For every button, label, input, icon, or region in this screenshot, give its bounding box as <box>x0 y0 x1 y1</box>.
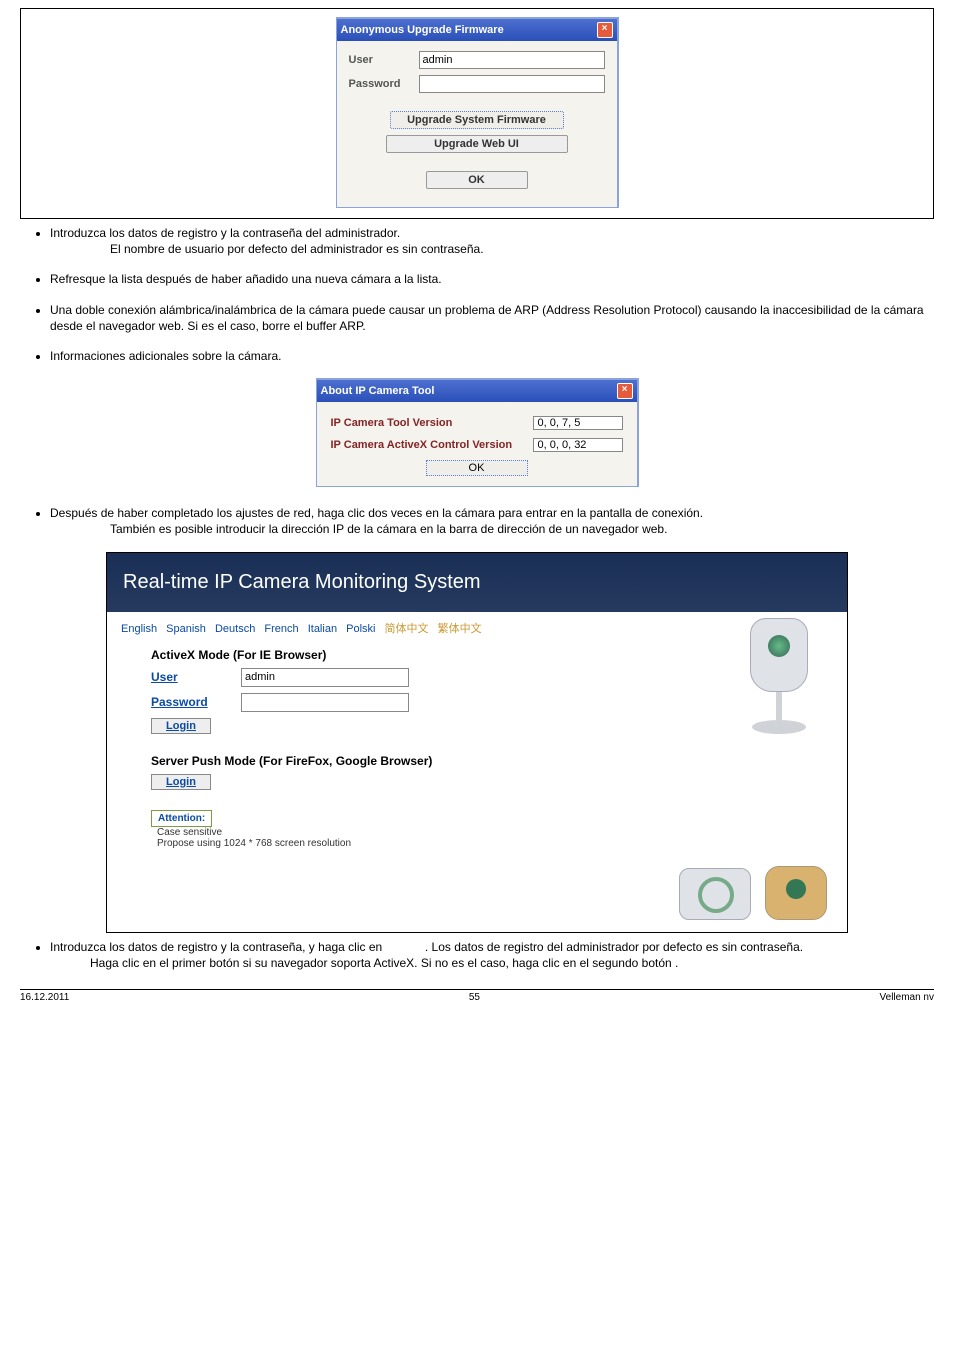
upgrade-system-firmware-button[interactable]: Upgrade System Firmware <box>390 111 564 129</box>
user-label: User <box>349 54 419 66</box>
tool-version-label: IP Camera Tool Version <box>331 417 453 429</box>
case-sensitive-note: Case sensitive <box>157 827 833 838</box>
dialog-titlebar: Anonymous Upgrade Firmware × <box>337 19 617 41</box>
dialog-title: Anonymous Upgrade Firmware <box>341 24 504 36</box>
list-item: Refresque la lista después de haber añad… <box>50 271 934 287</box>
camera-illustration-2 <box>679 866 829 920</box>
lang-deutsch[interactable]: Deutsch <box>215 623 255 635</box>
lang-simplified-chinese[interactable]: 简体中文 <box>385 623 429 635</box>
list-item: Después de haber completado los ajustes … <box>50 505 934 537</box>
lang-traditional-chinese[interactable]: 繁体中文 <box>438 623 482 635</box>
sub-text: Haga clic en el primer botón si su naveg… <box>50 955 934 971</box>
lang-spanish[interactable]: Spanish <box>166 623 206 635</box>
attention-label: Attention: <box>151 810 212 827</box>
server-push-mode-title: Server Push Mode (For FireFox, Google Br… <box>151 754 833 768</box>
sub-text: El nombre de usuario por defecto del adm… <box>50 241 934 257</box>
monitor-user-input[interactable] <box>241 668 409 687</box>
monitor-user-label: User <box>151 670 241 684</box>
footer-date: 16.12.2011 <box>20 992 69 1003</box>
monitoring-window: Real-time IP Camera Monitoring System En… <box>106 552 848 933</box>
login-serverpush-button[interactable]: Login <box>151 774 211 790</box>
monitor-password-label: Password <box>151 695 241 709</box>
ok-button[interactable]: OK <box>426 171 528 189</box>
footer-company: Velleman nv <box>880 992 934 1003</box>
login-activex-button[interactable]: Login <box>151 718 211 734</box>
lang-italian[interactable]: Italian <box>308 623 337 635</box>
activex-version-value: 0, 0, 0, 32 <box>533 438 623 452</box>
sub-text: También es posible introducir la direcci… <box>50 521 934 537</box>
lang-polski[interactable]: Polski <box>346 623 375 635</box>
tool-version-value: 0, 0, 7, 5 <box>533 416 623 430</box>
password-label: Password <box>349 78 419 90</box>
upgrade-firmware-dialog: Anonymous Upgrade Firmware × User Passwo… <box>336 17 619 208</box>
list-item: Introduzca los datos de registro y la co… <box>50 939 934 971</box>
user-input[interactable] <box>419 51 605 69</box>
about-ok-button[interactable]: OK <box>426 460 528 476</box>
about-title: About IP Camera Tool <box>321 385 435 397</box>
close-icon[interactable]: × <box>597 22 613 38</box>
upgrade-web-ui-button[interactable]: Upgrade Web UI <box>386 135 568 153</box>
list-item: Una doble conexión alámbrica/inalámbrica… <box>50 302 934 334</box>
page-footer: 16.12.2011 55 Velleman nv <box>20 989 934 1003</box>
lang-french[interactable]: French <box>264 623 298 635</box>
list-item: Introduzca los datos de registro y la co… <box>50 225 934 257</box>
monitor-header: Real-time IP Camera Monitoring System <box>107 553 847 612</box>
close-icon[interactable]: × <box>617 383 633 399</box>
activex-version-label: IP Camera ActiveX Control Version <box>331 439 513 451</box>
language-row: English Spanish Deutsch French Italian P… <box>121 620 833 636</box>
lang-english[interactable]: English <box>121 623 157 635</box>
list-item: Informaciones adicionales sobre la cámar… <box>50 348 934 364</box>
resolution-note: Propose using 1024 * 768 screen resoluti… <box>157 838 833 849</box>
footer-page-number: 55 <box>69 992 879 1003</box>
about-dialog: About IP Camera Tool × IP Camera Tool Ve… <box>316 378 639 487</box>
camera-illustration-1 <box>729 618 829 734</box>
monitor-password-input[interactable] <box>241 693 409 712</box>
password-input[interactable] <box>419 75 605 93</box>
